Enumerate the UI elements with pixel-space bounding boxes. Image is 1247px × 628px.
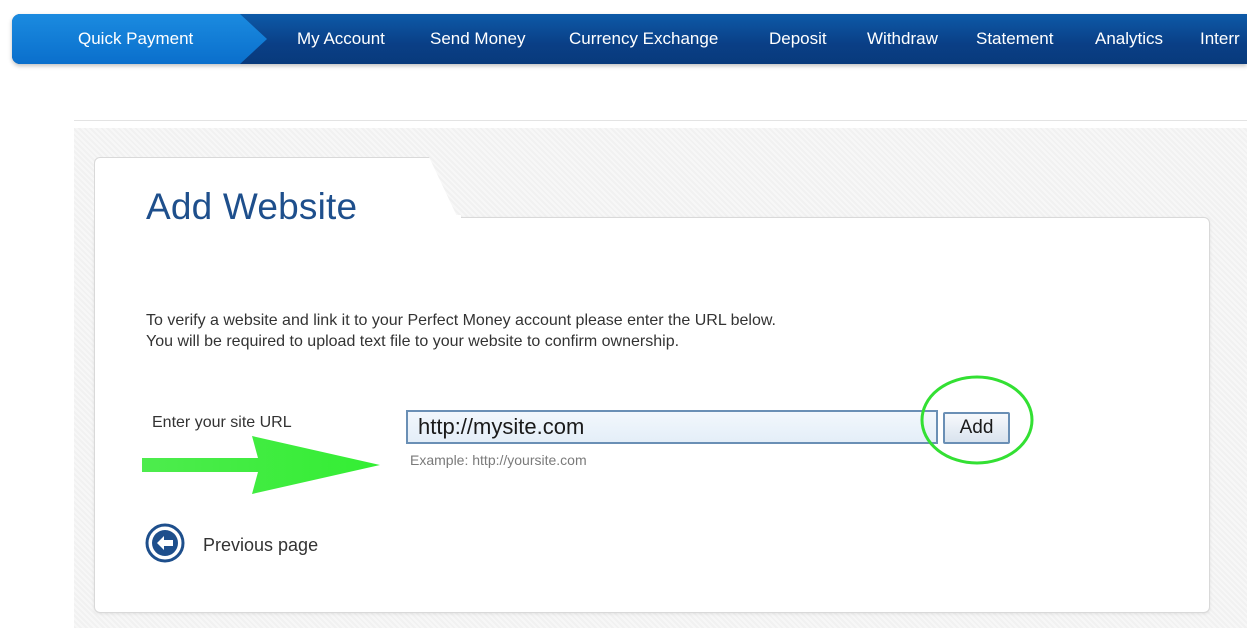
nav-my-account[interactable]: My Account xyxy=(297,14,385,64)
nav-currency-exchange[interactable]: Currency Exchange xyxy=(569,14,718,64)
nav-international[interactable]: Interr xyxy=(1200,14,1240,64)
instructions: To verify a website and link it to your … xyxy=(146,310,776,352)
previous-page-link[interactable]: Previous page xyxy=(145,523,319,568)
top-navigation: Quick Payment My Account Send Money Curr… xyxy=(12,14,1247,64)
circle-arrow-left-icon xyxy=(145,523,185,568)
site-url-input[interactable] xyxy=(406,410,938,444)
instructions-line-1: To verify a website and link it to your … xyxy=(146,312,776,329)
previous-page-label: Previous page xyxy=(203,534,319,555)
url-label: Enter your site URL xyxy=(152,414,292,431)
url-example-hint: Example: http://yoursite.com xyxy=(410,452,587,468)
nav-send-money[interactable]: Send Money xyxy=(430,14,525,64)
divider xyxy=(74,120,1247,121)
instructions-line-2: You will be required to upload text file… xyxy=(146,333,680,350)
nav-withdraw[interactable]: Withdraw xyxy=(867,14,938,64)
nav-statement[interactable]: Statement xyxy=(976,14,1054,64)
nav-deposit[interactable]: Deposit xyxy=(769,14,827,64)
nav-analytics[interactable]: Analytics xyxy=(1095,14,1163,64)
add-button[interactable]: Add xyxy=(943,412,1010,444)
page-title: Add Website xyxy=(146,186,358,227)
nav-quick-payment[interactable]: Quick Payment xyxy=(12,14,267,64)
